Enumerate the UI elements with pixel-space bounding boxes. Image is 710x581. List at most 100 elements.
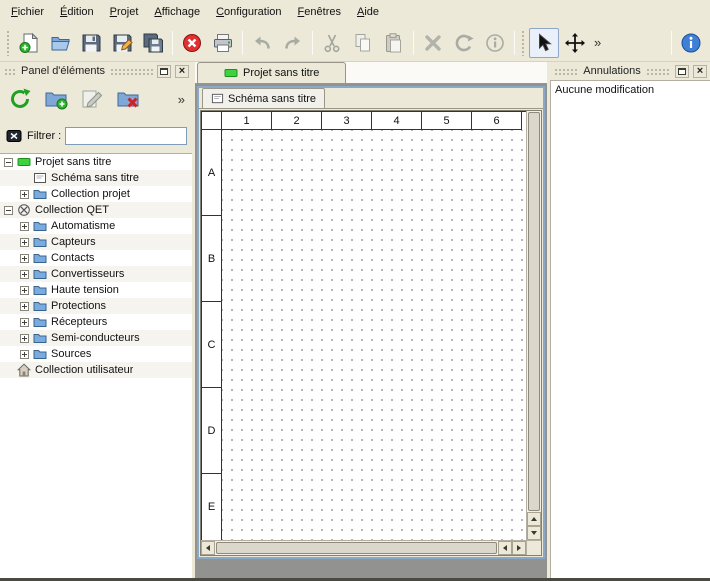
tree-item-capteurs[interactable]: Capteurs (0, 234, 192, 250)
schema-icon (33, 171, 47, 185)
tree-item-contacts[interactable]: Contacts (0, 250, 192, 266)
tree-item-recepteurs[interactable]: Récepteurs (0, 314, 192, 330)
paste-button[interactable] (379, 28, 409, 58)
delete-button[interactable] (418, 28, 448, 58)
schema-tab[interactable]: Schéma sans titre (202, 88, 325, 108)
close-panel-button[interactable]: × (175, 65, 189, 78)
tree-item-label: Sources (51, 348, 91, 360)
dock-grip[interactable] (3, 67, 17, 75)
expand-icon[interactable] (20, 222, 29, 231)
close-icon: × (179, 67, 185, 76)
vertical-scrollbar[interactable] (526, 111, 541, 540)
reload-collections-button[interactable] (4, 84, 36, 114)
menu-fichier[interactable]: Fichier (4, 3, 51, 21)
toolbar-handle[interactable] (521, 30, 526, 56)
toolbar-separator (242, 31, 243, 55)
filter-input[interactable] (65, 127, 187, 145)
cut-button[interactable] (317, 28, 347, 58)
scroll-left-button[interactable] (201, 541, 215, 555)
tree-item-project[interactable]: Projet sans titre (0, 154, 192, 170)
vertical-scrollbar-thumb[interactable] (528, 112, 540, 511)
tree-item-collection-utilisateur[interactable]: Collection utilisateur (0, 362, 192, 378)
tree-item-collection-qet[interactable]: Collection QET (0, 202, 192, 218)
redo-button[interactable] (278, 28, 308, 58)
clear-filter-button[interactable] (5, 128, 23, 145)
scroll-left-button[interactable] (498, 541, 512, 555)
tree-item-sources[interactable]: Sources (0, 346, 192, 362)
tree-item-label: Collection QET (35, 204, 109, 216)
menu-configuration[interactable]: Configuration (209, 3, 288, 21)
diagram-canvas[interactable]: 1 2 3 4 5 6 A B C D (201, 111, 526, 540)
dock-grip[interactable] (109, 67, 153, 75)
expand-icon[interactable] (20, 302, 29, 311)
tree-item-label: Protections (51, 300, 106, 312)
undo-list[interactable]: Aucune modification (550, 80, 710, 578)
tree-item-automatisme[interactable]: Automatisme (0, 218, 192, 234)
save-all-icon (142, 32, 164, 54)
main-toolbar: » (0, 24, 710, 62)
tree-item-collection-projet[interactable]: Collection projet (0, 186, 192, 202)
panel-overflow-button[interactable]: » (175, 92, 188, 107)
copy-button[interactable] (348, 28, 378, 58)
collapse-icon[interactable] (4, 206, 13, 215)
horizontal-scrollbar[interactable] (201, 540, 526, 555)
elements-panel-titlebar[interactable]: Panel d'éléments × (0, 62, 192, 80)
menu-aide[interactable]: Aide (350, 3, 386, 21)
delete-element-button[interactable] (112, 84, 144, 114)
dock-grip[interactable] (553, 67, 579, 75)
column-headers: 1 2 3 4 5 6 (222, 112, 522, 130)
tree-item-semi-conducteurs[interactable]: Semi-conducteurs (0, 330, 192, 346)
undo-button[interactable] (247, 28, 277, 58)
new-project-button[interactable] (14, 28, 44, 58)
dotted-grid[interactable] (222, 130, 526, 540)
save-button[interactable] (76, 28, 106, 58)
scroll-up-button[interactable] (527, 512, 541, 526)
tree-item-schema[interactable]: Schéma sans titre (0, 170, 192, 186)
float-panel-button[interactable] (157, 65, 171, 78)
float-panel-button[interactable] (675, 65, 689, 78)
expand-icon[interactable] (20, 190, 29, 199)
expand-icon[interactable] (20, 318, 29, 327)
toolbar-handle[interactable] (6, 30, 11, 56)
tree-item-protections[interactable]: Protections (0, 298, 192, 314)
tree-item-convertisseurs[interactable]: Convertisseurs (0, 266, 192, 282)
elements-tree[interactable]: Projet sans titre Schéma sans titre Coll… (0, 153, 192, 578)
expand-icon[interactable] (20, 254, 29, 263)
scroll-down-button[interactable] (527, 526, 541, 540)
undo-panel-titlebar[interactable]: Annulations × (550, 62, 710, 80)
menu-edition[interactable]: Édition (53, 3, 101, 21)
scroll-right-button[interactable] (512, 541, 526, 555)
workspace: Projet sans titre Schéma sans titre (195, 62, 547, 578)
menu-projet[interactable]: Projet (103, 3, 146, 21)
expand-icon[interactable] (20, 270, 29, 279)
save-all-button[interactable] (138, 28, 168, 58)
toolbar-overflow-button[interactable]: » (591, 35, 604, 50)
tree-item-haute-tension[interactable]: Haute tension (0, 282, 192, 298)
menu-affichage[interactable]: Affichage (147, 3, 207, 21)
scrollbar-corner (526, 540, 541, 555)
close-panel-button[interactable]: × (693, 65, 707, 78)
move-tool-button[interactable] (560, 28, 590, 58)
print-button[interactable] (208, 28, 238, 58)
dock-grip[interactable] (645, 67, 671, 75)
horizontal-scrollbar-thumb[interactable] (216, 542, 497, 554)
folder-icon (33, 331, 47, 345)
collapse-icon[interactable] (4, 158, 13, 167)
close-file-button[interactable] (177, 28, 207, 58)
edit-element-button[interactable] (76, 84, 108, 114)
expand-icon[interactable] (20, 334, 29, 343)
project-tab[interactable]: Projet sans titre (197, 62, 346, 83)
save-as-button[interactable] (107, 28, 137, 58)
expand-icon[interactable] (20, 350, 29, 359)
rotate-button[interactable] (449, 28, 479, 58)
tree-item-label: Haute tension (51, 284, 119, 296)
open-project-button[interactable] (45, 28, 75, 58)
about-button[interactable] (676, 28, 706, 58)
diagram-info-button[interactable] (480, 28, 510, 58)
expand-icon[interactable] (20, 286, 29, 295)
tree-item-label: Capteurs (51, 236, 96, 248)
new-element-button[interactable] (40, 84, 72, 114)
expand-icon[interactable] (20, 238, 29, 247)
select-tool-button[interactable] (529, 28, 559, 58)
menu-fenetres[interactable]: Fenêtres (291, 3, 348, 21)
